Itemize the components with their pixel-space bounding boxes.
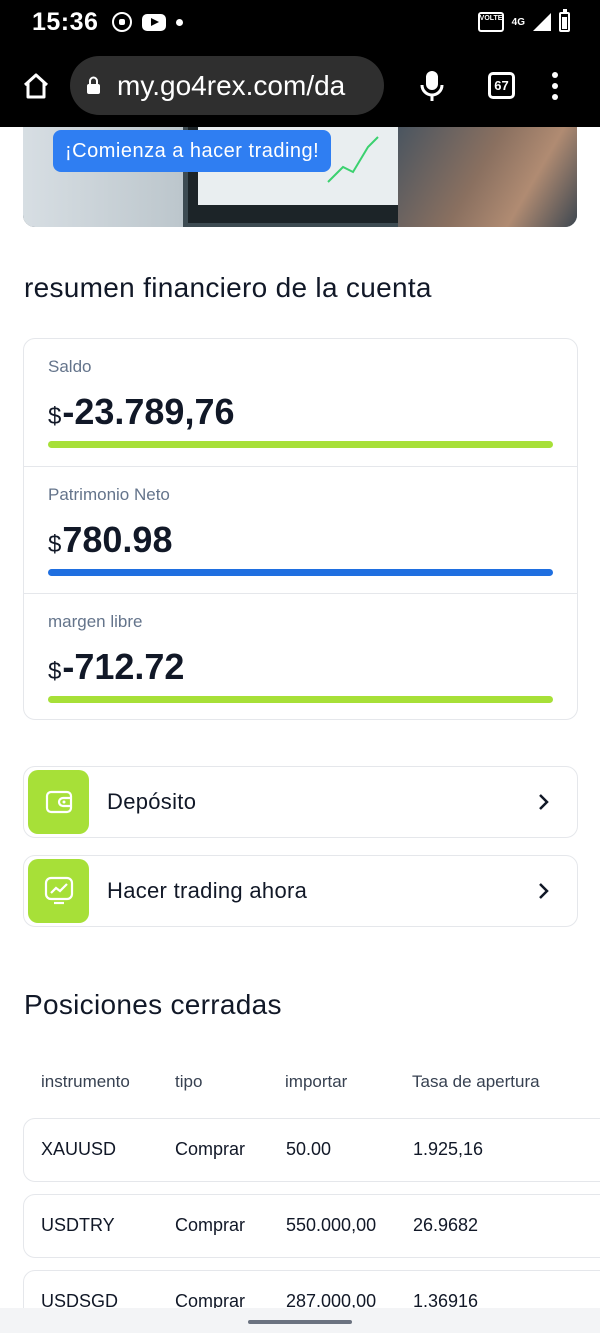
signal-icon: [533, 13, 551, 31]
more-options-icon[interactable]: [551, 71, 559, 100]
chart-screen-icon: [28, 859, 89, 923]
free-margin-row: margen libre $ -712.72: [24, 593, 577, 720]
network-type-label: 4G: [511, 16, 525, 28]
summary-title: resumen financiero de la cuenta: [24, 272, 432, 303]
trade-now-button[interactable]: Hacer trading ahora: [23, 855, 578, 927]
url-bar[interactable]: my.go4rex.com/da: [70, 56, 384, 115]
equity-value: $780.98: [48, 519, 173, 560]
free-margin-bar: [48, 696, 553, 703]
tabs-count-button[interactable]: 67: [488, 72, 515, 99]
start-trading-button[interactable]: ¡Comienza a hacer trading!: [53, 130, 332, 172]
table-header: instrumento tipo importar Tasa de apertu…: [24, 1072, 600, 1100]
equity-row: Patrimonio Neto $780.98: [24, 466, 577, 593]
balance-row: Saldo $ -23.789,76: [24, 339, 577, 466]
cell-amount: 50.00: [286, 1139, 332, 1159]
balance-value: $ -23.789,76: [48, 391, 235, 432]
chevron-right-icon: [539, 794, 549, 810]
column-header-instrument: instrumento: [41, 1072, 130, 1091]
banner-image-hand: [398, 127, 577, 227]
cell-type: Comprar: [175, 1215, 246, 1235]
closed-positions-title: Posiciones cerradas: [24, 989, 282, 1020]
balance-label: Saldo: [48, 357, 92, 376]
chevron-right-icon: [539, 883, 549, 899]
cell-instrument: XAUUSD: [41, 1139, 117, 1159]
table-row[interactable]: XAUUSD Comprar 50.00 1.925,16: [23, 1118, 600, 1182]
column-header-amount: importar: [285, 1072, 348, 1091]
home-icon[interactable]: [20, 70, 52, 102]
trade-now-label: Hacer trading ahora: [107, 878, 308, 903]
home-indicator[interactable]: [248, 1320, 352, 1324]
deposit-label: Depósito: [107, 789, 197, 814]
status-bar: 15:36 VOLTE 4G: [0, 0, 600, 44]
cell-instrument: USDTRY: [41, 1215, 115, 1235]
status-time: 15:36: [32, 7, 99, 36]
volte-icon: VOLTE: [477, 12, 504, 32]
url-text: my.go4rex.com/da: [117, 69, 346, 101]
table-row[interactable]: USDTRY Comprar 550.000,00 26.9682: [23, 1194, 600, 1258]
promo-banner[interactable]: ¡Comienza a hacer trading!: [23, 127, 577, 227]
browser-toolbar: my.go4rex.com/da 67: [0, 44, 600, 127]
cell-type: Comprar: [175, 1139, 246, 1159]
free-margin-label: margen libre: [48, 612, 143, 631]
column-header-open-rate: Tasa de apertura: [412, 1072, 540, 1091]
microphone-icon[interactable]: [418, 69, 446, 103]
equity-label: Patrimonio Neto: [48, 485, 170, 504]
cell-open-rate: 26.9682: [413, 1215, 479, 1235]
account-summary-card: Saldo $ -23.789,76 Patrimonio Neto $780.9…: [23, 338, 578, 720]
youtube-icon: [142, 13, 167, 31]
free-margin-value: $ -712.72: [48, 646, 185, 687]
equity-bar: [48, 569, 553, 576]
cell-amount: 550.000,00: [286, 1215, 377, 1235]
banner-chart-graphic: [327, 136, 379, 183]
cell-open-rate: 1.925,16: [413, 1139, 484, 1159]
battery-icon: [559, 9, 570, 32]
lock-icon: [87, 76, 100, 94]
column-header-type: tipo: [175, 1072, 203, 1091]
whatsapp-icon: [112, 12, 133, 32]
balance-bar: [48, 441, 553, 448]
deposit-button[interactable]: Depósito: [23, 766, 578, 838]
wallet-icon: [28, 770, 89, 834]
notification-dot-icon: [176, 18, 184, 26]
